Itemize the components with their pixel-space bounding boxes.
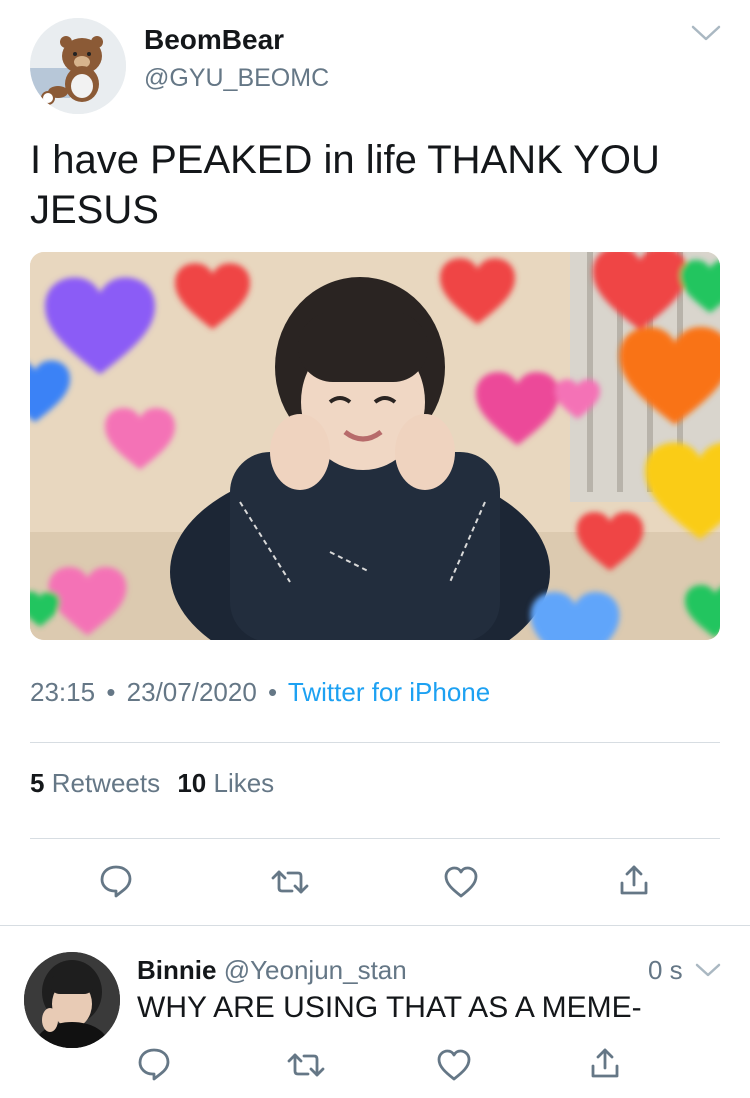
likes-count: 10: [177, 768, 207, 798]
meta-separator: •: [106, 677, 116, 707]
reply-menu-chevron[interactable]: [694, 960, 722, 985]
reply-author-handle: @Yeonjun_stan: [223, 955, 407, 985]
tweet-text-line-1: I have PEAKED in life THANK YOU: [30, 138, 660, 182]
tweet-source-link[interactable]: Twitter for iPhone: [288, 677, 490, 707]
tweet-date: 23/07/2020: [126, 677, 257, 707]
reply-author-avatar[interactable]: [24, 952, 120, 1048]
retweet-icon: [287, 1053, 325, 1077]
retweets-stat[interactable]: 5 Retweets: [30, 768, 167, 798]
reply-time: 0 s: [648, 955, 683, 985]
share-icon: [591, 1048, 619, 1078]
like-icon: [444, 866, 478, 898]
tweet-menu-chevron[interactable]: [690, 22, 722, 49]
bear-avatar-icon: [30, 18, 126, 114]
reply-like-button[interactable]: [436, 1048, 472, 1082]
share-icon: [620, 865, 648, 895]
retweet-button[interactable]: [270, 866, 310, 898]
photo-person-with-hearts-icon: [30, 252, 720, 640]
chevron-down-icon: [695, 963, 721, 977]
divider: [30, 742, 720, 743]
tweet-text-line-2: JESUS: [30, 188, 159, 232]
reply-button[interactable]: [99, 864, 133, 898]
reply-icon: [138, 1048, 170, 1081]
divider: [0, 925, 750, 926]
likes-label: Likes: [213, 768, 275, 798]
reply-text: WHY ARE USING THAT AS A MEME-: [137, 991, 642, 1024]
likes-stat[interactable]: 10 Likes: [177, 768, 274, 798]
share-button[interactable]: [618, 863, 650, 897]
reply-retweet-button[interactable]: [286, 1049, 326, 1081]
person-avatar-icon: [24, 952, 120, 1048]
tweet-media[interactable]: [30, 252, 720, 640]
retweet-icon: [271, 870, 309, 894]
meta-separator: •: [268, 677, 278, 707]
author-avatar[interactable]: [30, 18, 126, 114]
divider: [30, 838, 720, 839]
author-name[interactable]: BeomBear: [144, 24, 284, 56]
tweet-meta: 23:15 • 23/07/2020 • Twitter for iPhone: [30, 677, 490, 708]
retweets-label: Retweets: [51, 768, 161, 798]
like-icon: [437, 1049, 471, 1081]
reply-icon: [100, 865, 132, 898]
author-handle[interactable]: @GYU_BEOMC: [144, 64, 329, 93]
reply-share-button[interactable]: [589, 1046, 621, 1080]
retweets-count: 5: [30, 768, 45, 798]
tweet-stats: 5 Retweets 10 Likes: [30, 768, 274, 799]
reply-reply-button[interactable]: [137, 1047, 171, 1081]
chevron-down-icon: [691, 25, 721, 41]
reply-author-name: Binnie: [137, 955, 217, 985]
like-button[interactable]: [443, 865, 479, 899]
reply-author[interactable]: Binnie @Yeonjun_stan: [137, 955, 407, 986]
tweet-time: 23:15: [30, 677, 96, 707]
